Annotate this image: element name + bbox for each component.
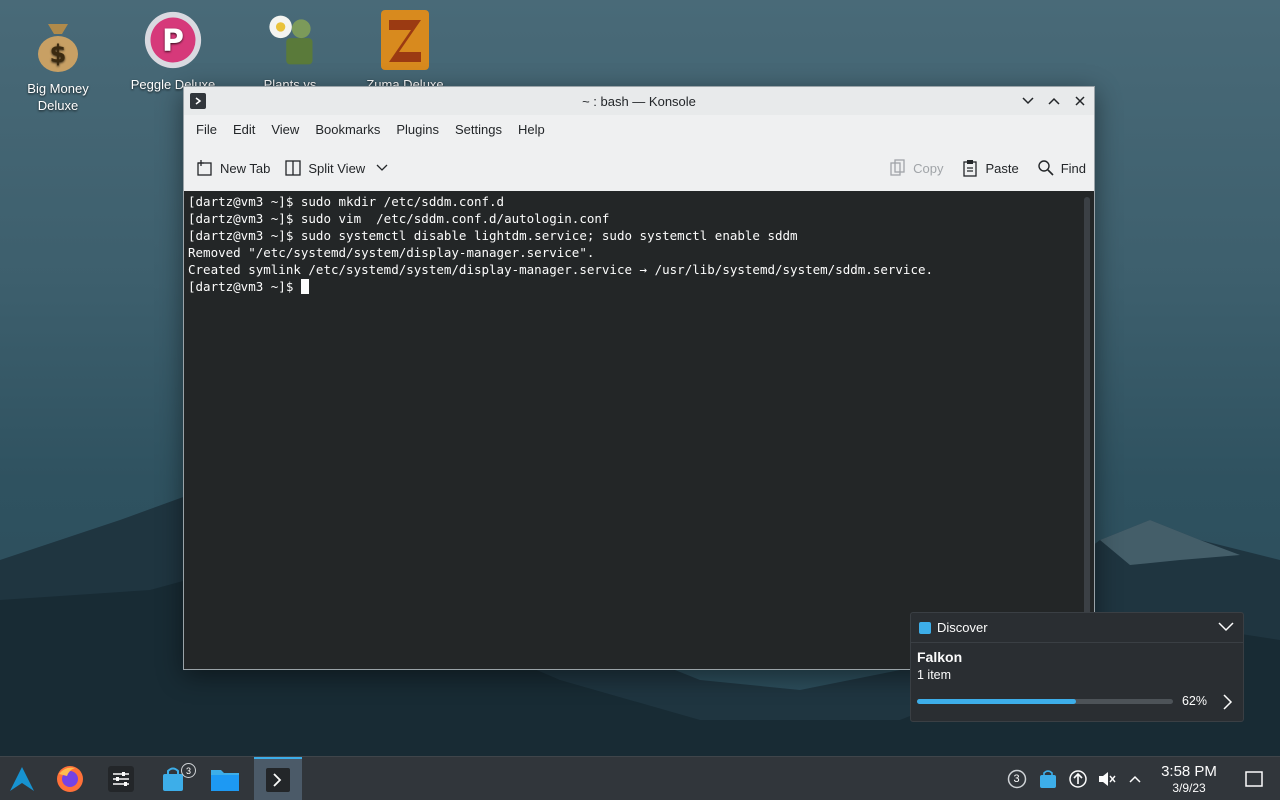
progress-fill — [917, 699, 1076, 704]
menu-bookmarks[interactable]: Bookmarks — [307, 115, 388, 145]
new-tab-button[interactable]: New Tab — [196, 153, 270, 183]
clock-date: 3/9/23 — [1172, 781, 1206, 795]
chevron-up-icon — [1129, 775, 1141, 783]
chevron-up-icon — [1048, 97, 1060, 105]
split-view-icon — [285, 160, 301, 176]
taskbar: 3 3 3:58 PM 3/9/23 — [0, 756, 1280, 800]
menu-settings[interactable]: Settings — [447, 115, 510, 145]
digital-clock[interactable]: 3:58 PM 3/9/23 — [1150, 763, 1228, 795]
terminal-prompt-line: [dartz@vm3 ~]$ — [188, 278, 1090, 295]
terminal-line: Created symlink /etc/systemd/system/disp… — [188, 262, 934, 277]
copy-icon — [890, 159, 905, 176]
desktop-icon-label: Big Money Deluxe — [27, 81, 89, 113]
terminal-line: Removed "/etc/systemd/system/display-man… — [188, 245, 595, 260]
terminal-line: [dartz@vm3 ~]$ sudo mkdir /etc/sddm.conf… — [188, 194, 505, 209]
clock-time: 3:58 PM — [1161, 763, 1217, 780]
find-label: Find — [1060, 160, 1086, 176]
close-icon — [1075, 96, 1085, 106]
terminal-cursor — [300, 279, 309, 294]
chevron-down-icon — [1022, 97, 1034, 105]
notification-title: Falkon — [917, 649, 963, 665]
svg-text:P: P — [162, 23, 184, 58]
discover-icon — [919, 621, 931, 634]
chevron-down-icon — [376, 164, 388, 171]
show-desktop-icon — [1245, 771, 1263, 787]
menu-plugins[interactable]: Plugins — [388, 115, 447, 145]
new-tab-icon — [197, 160, 212, 176]
terminal-line: [dartz@vm3 ~]$ sudo vim /etc/sddm.conf.d… — [188, 211, 610, 226]
konsole-window: ~ : bash — Konsole File Edit View Bookma… — [183, 86, 1095, 670]
shopping-bag-icon — [1040, 770, 1056, 788]
terminal-prompt: [dartz@vm3 ~]$ — [188, 279, 301, 294]
paste-icon — [963, 160, 978, 177]
split-view-button[interactable]: Split View — [284, 153, 395, 183]
chevron-down-icon[interactable] — [1217, 619, 1235, 635]
svg-text:$: $ — [50, 40, 67, 68]
taskbar-system-settings[interactable] — [99, 757, 143, 800]
tray-notifications[interactable]: 3 — [1005, 757, 1029, 800]
title-bar[interactable]: ~ : bash — Konsole — [184, 87, 1094, 115]
tray-discover[interactable] — [1036, 757, 1060, 800]
discover-notification: Discover Falkon 1 item 62% — [910, 612, 1244, 722]
terminal-icon — [266, 768, 290, 792]
maximize-button[interactable] — [1046, 91, 1062, 111]
tray-badge: 3 — [1013, 772, 1020, 785]
paste-button[interactable]: Paste — [961, 153, 1019, 183]
menu-bar: File Edit View Bookmarks Plugins Setting… — [184, 115, 1094, 145]
desktop-icon-big-money[interactable]: $ Big Money Deluxe — [10, 12, 106, 114]
desktop-icon-zuma[interactable]: Zuma Deluxe — [357, 8, 453, 93]
konsole-app-icon — [190, 93, 206, 109]
split-view-label: Split View — [308, 160, 366, 176]
application-launcher-button[interactable] — [0, 757, 44, 800]
update-arrow-icon — [1069, 770, 1087, 788]
peggle-icon: P — [143, 8, 203, 72]
chevron-right-icon[interactable] — [1221, 693, 1233, 711]
menu-help[interactable]: Help — [510, 115, 553, 145]
minimize-button[interactable] — [1020, 91, 1036, 111]
taskbar-firefox[interactable] — [48, 757, 92, 800]
window-title: ~ : bash — Konsole — [582, 93, 696, 109]
notification-source: Discover — [937, 620, 988, 635]
firefox-icon — [57, 766, 83, 792]
taskbar-konsole[interactable] — [254, 757, 302, 800]
search-icon — [1038, 160, 1054, 176]
copy-label: Copy — [913, 160, 944, 176]
updates-badge: 3 — [181, 763, 196, 778]
desktop-icon-plants-vs[interactable]: Plants vs — [242, 8, 338, 93]
toolbar: New Tab Split View Copy Paste Find — [184, 145, 1094, 191]
terminal-line: [dartz@vm3 ~]$ sudo systemctl disable li… — [188, 228, 798, 243]
paste-label: Paste — [985, 160, 1019, 176]
notification-header: Discover — [911, 613, 1243, 643]
menu-edit[interactable]: Edit — [225, 115, 263, 145]
show-desktop-button[interactable] — [1242, 757, 1266, 800]
copy-button[interactable]: Copy — [889, 153, 943, 183]
notification-subtitle: 1 item — [917, 668, 952, 682]
new-tab-label: New Tab — [220, 160, 271, 176]
menu-view[interactable]: View — [263, 115, 307, 145]
menu-file[interactable]: File — [188, 115, 225, 145]
find-button[interactable]: Find — [1037, 153, 1086, 183]
terminal-view[interactable]: [dartz@vm3 ~]$ sudo mkdir /etc/sddm.conf… — [184, 191, 1094, 669]
arch-logo-icon — [10, 767, 34, 791]
close-button[interactable] — [1072, 91, 1088, 111]
tray-volume[interactable] — [1095, 757, 1119, 800]
progress-bar — [917, 699, 1173, 704]
tray-expander[interactable] — [1124, 757, 1146, 800]
folder-icon — [211, 770, 239, 791]
money-bag-icon: $ — [28, 12, 88, 76]
settings-sliders-icon — [108, 766, 134, 792]
terminal-scrollbar[interactable] — [1084, 197, 1090, 663]
zuma-icon — [375, 8, 435, 72]
desktop-icon-peggle[interactable]: P Peggle Deluxe — [125, 8, 221, 93]
progress-percent: 62% — [1181, 694, 1207, 708]
volume-muted-icon — [1099, 772, 1116, 786]
tray-updates[interactable] — [1066, 757, 1090, 800]
taskbar-discover[interactable]: 3 — [151, 757, 196, 800]
flower-icon — [260, 8, 320, 72]
taskbar-dolphin[interactable] — [203, 757, 247, 800]
